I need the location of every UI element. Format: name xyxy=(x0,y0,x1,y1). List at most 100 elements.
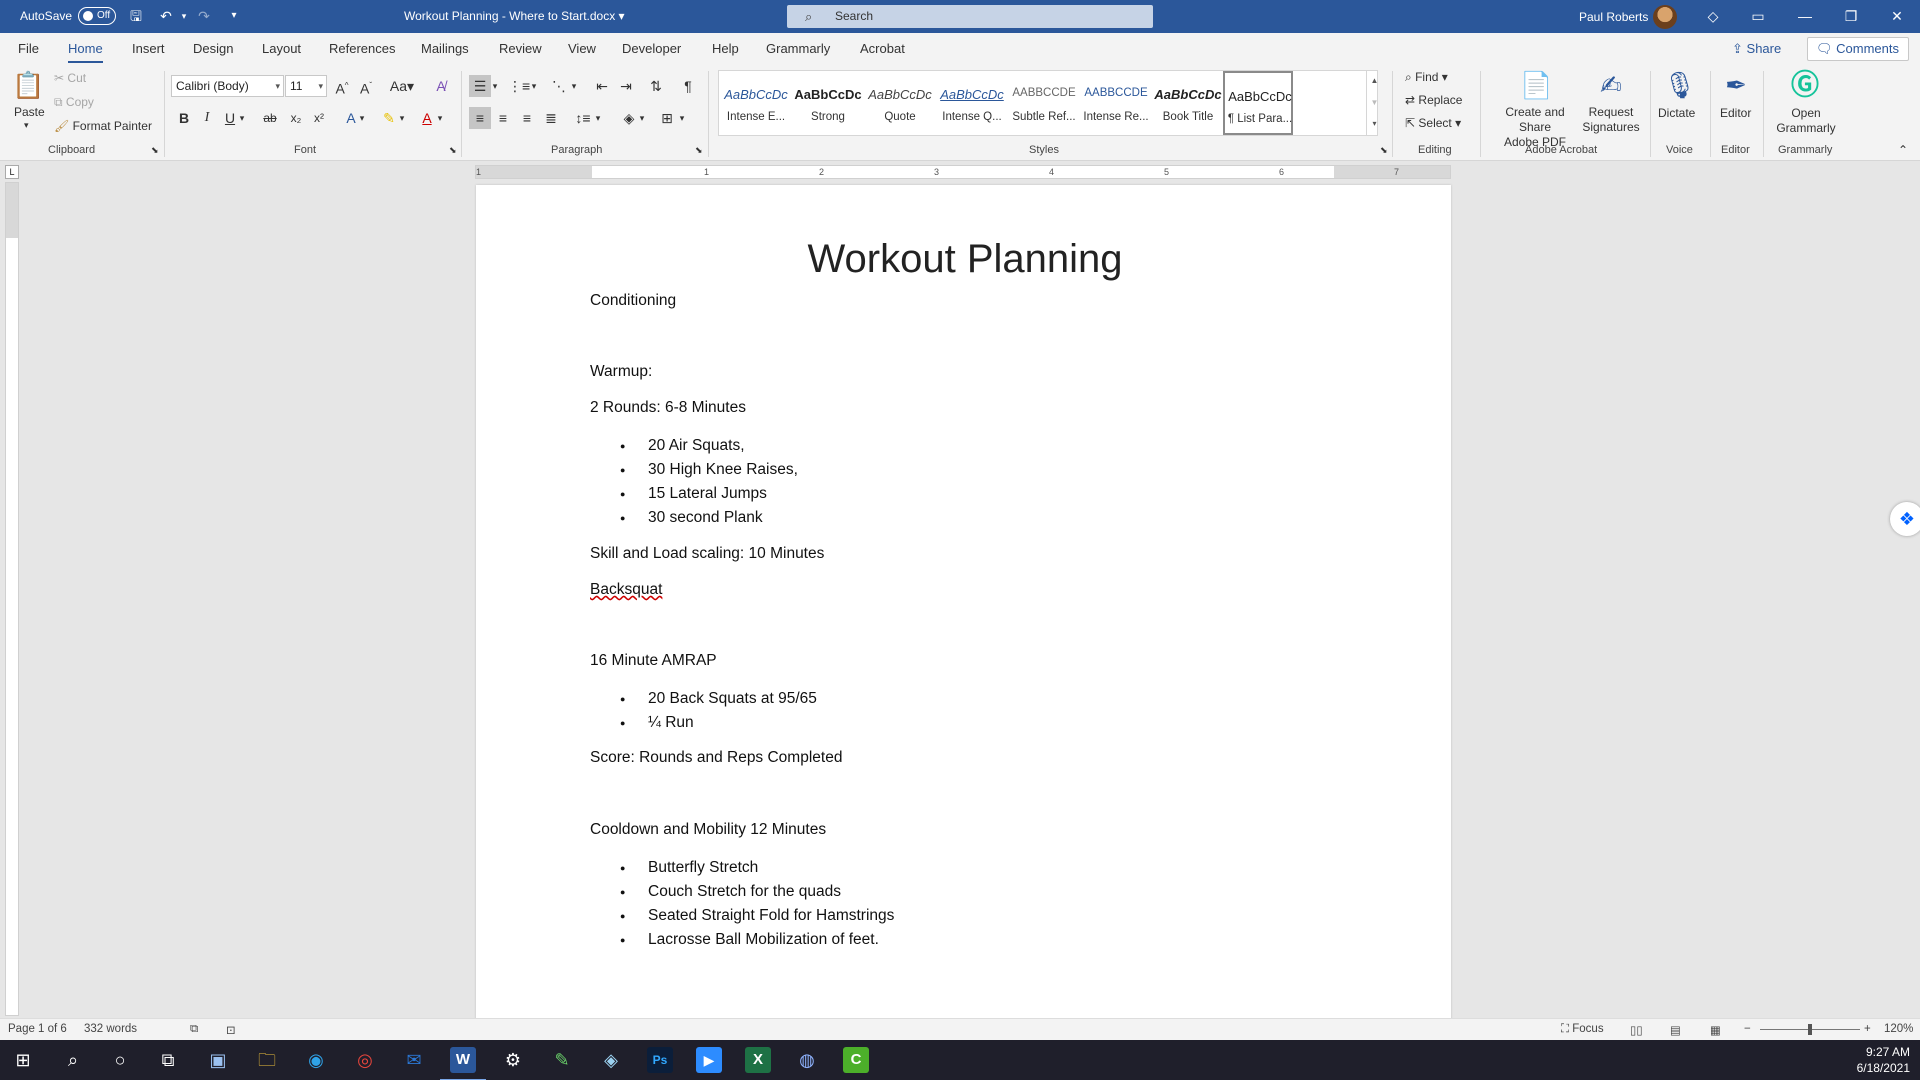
section-amrap[interactable]: 16 Minute AMRAP xyxy=(590,652,717,670)
tab-review[interactable]: Review xyxy=(499,41,542,56)
borders-icon[interactable]: ⊞ xyxy=(656,107,678,129)
list-item[interactable]: ¼ Run xyxy=(590,711,817,735)
numbering-icon[interactable]: ⋮≡ xyxy=(508,75,530,97)
tab-insert[interactable]: Insert xyxy=(132,41,165,56)
zoom-level[interactable]: 120% xyxy=(1884,1023,1913,1035)
outlook-icon[interactable]: ✉ xyxy=(401,1047,427,1073)
vertical-ruler[interactable] xyxy=(5,182,19,1016)
list-item[interactable]: Butterfly Stretch xyxy=(590,856,894,880)
scroll-down-icon[interactable]: ▼ xyxy=(1367,92,1382,114)
style-subtle-reference[interactable]: AABBCCDE Subtle Ref... xyxy=(1009,71,1079,135)
scroll-up-icon[interactable]: ▲ xyxy=(1367,70,1382,92)
close-button[interactable]: ✕ xyxy=(1874,0,1920,33)
grammarly-icon[interactable]: Ⓖ xyxy=(1789,69,1821,101)
style-quote[interactable]: AaBbCcDc Quote xyxy=(865,71,935,135)
list-item[interactable]: Lacrosse Ball Mobilization of feet. xyxy=(590,928,894,952)
multilevel-list-icon[interactable]: ⋱ xyxy=(548,75,570,97)
strikethrough-icon[interactable]: ab xyxy=(259,107,281,129)
select-button[interactable]: ⇱ Select ▾ xyxy=(1405,116,1461,130)
paste-icon[interactable]: 📋 xyxy=(12,69,44,101)
sort-icon[interactable]: ⇅ xyxy=(645,75,667,97)
list-item[interactable]: 20 Air Squats, xyxy=(590,434,798,458)
section-cooldown[interactable]: Cooldown and Mobility 12 Minutes xyxy=(590,821,826,839)
line-spacing-icon[interactable]: ↕≡ xyxy=(572,107,594,129)
tab-file[interactable]: File xyxy=(18,41,39,56)
dropbox-icon[interactable]: ❖ xyxy=(1890,502,1920,536)
web-layout-icon[interactable]: ▦ xyxy=(1710,1023,1721,1037)
undo-icon[interactable]: ↶ xyxy=(156,6,176,26)
tab-design[interactable]: Design xyxy=(193,41,233,56)
word-count[interactable]: 332 words xyxy=(84,1023,137,1035)
superscript-icon[interactable]: x² xyxy=(308,107,330,129)
copy-button[interactable]: ⧉ Copy xyxy=(54,95,94,110)
style-book-title[interactable]: AaBbCcDc Book Title xyxy=(1153,71,1223,135)
request-signatures-button[interactable]: Request Signatures xyxy=(1578,105,1644,135)
tab-home[interactable]: Home xyxy=(68,41,103,63)
italic-icon[interactable]: I xyxy=(196,107,218,129)
font-size-select[interactable]: 11 ▾ xyxy=(285,75,327,97)
app-icon[interactable]: ✎ xyxy=(549,1047,575,1073)
tab-references[interactable]: References xyxy=(329,41,395,56)
photoshop-icon[interactable]: Ps xyxy=(647,1047,673,1073)
style-list-paragraph[interactable]: AaBbCcDc ¶ List Para... xyxy=(1223,71,1293,135)
bullets-icon[interactable]: ☰ xyxy=(469,75,491,97)
warmup-rounds[interactable]: 2 Rounds: 6-8 Minutes xyxy=(590,399,746,417)
cortana-icon[interactable]: ○ xyxy=(107,1047,133,1073)
tab-layout[interactable]: Layout xyxy=(262,41,301,56)
text-effects-dropdown-icon[interactable]: ▾ xyxy=(356,107,368,129)
bold-icon[interactable]: B xyxy=(173,107,195,129)
styles-gallery-scroll[interactable]: ▲ ▼ ▾ xyxy=(1366,70,1382,136)
font-family-select[interactable]: Calibri (Body) ▾ xyxy=(171,75,284,97)
zoom-out-icon[interactable]: − xyxy=(1744,1023,1751,1035)
app-icon[interactable]: ◈ xyxy=(598,1047,624,1073)
score-text[interactable]: Score: Rounds and Reps Completed xyxy=(590,749,842,767)
edge-icon[interactable]: ◉ xyxy=(303,1047,329,1073)
multilevel-dropdown-icon[interactable]: ▾ xyxy=(568,75,580,97)
customize-qat-icon[interactable]: ▾ xyxy=(224,6,244,26)
file-explorer-icon[interactable]: 🗀 xyxy=(254,1047,280,1073)
zoom-slider-thumb[interactable] xyxy=(1808,1024,1812,1035)
signature-icon[interactable]: ✍ xyxy=(1595,69,1627,101)
word-icon[interactable]: W xyxy=(440,1047,486,1080)
print-layout-icon[interactable]: ▤ xyxy=(1670,1023,1681,1037)
font-color-dropdown-icon[interactable]: ▾ xyxy=(434,107,446,129)
highlight-dropdown-icon[interactable]: ▾ xyxy=(396,107,408,129)
list-item[interactable]: 20 Back Squats at 95/65 xyxy=(590,687,817,711)
align-center-icon[interactable]: ≡ xyxy=(492,107,514,129)
clear-formatting-icon[interactable]: A̸ xyxy=(430,75,452,97)
tab-mailings[interactable]: Mailings xyxy=(421,41,469,56)
shrink-font-icon[interactable]: Aˇ xyxy=(355,75,377,97)
app-icon[interactable]: ▣ xyxy=(205,1047,231,1073)
minimize-button[interactable]: — xyxy=(1782,0,1828,33)
ribbon-display-icon[interactable]: ▭ xyxy=(1748,6,1768,26)
windows-start-icon[interactable]: ⊞ xyxy=(10,1047,36,1073)
save-icon[interactable]: 🖫 xyxy=(126,6,146,26)
style-intense-emphasis[interactable]: AaBbCcDc Intense E... xyxy=(721,71,791,135)
format-painter-button[interactable]: 🖌 Format Painter xyxy=(54,119,152,133)
backsquat-text[interactable]: Backsquat xyxy=(590,581,662,599)
underline-dropdown-icon[interactable]: ▾ xyxy=(236,107,248,129)
decrease-indent-icon[interactable]: ⇤ xyxy=(591,75,613,97)
zoom-app-icon[interactable]: ▶ xyxy=(696,1047,722,1073)
tab-developer[interactable]: Developer xyxy=(622,41,681,56)
list-item[interactable]: 30 High Knee Raises, xyxy=(590,458,798,482)
change-case-icon[interactable]: Aa▾ xyxy=(387,75,417,97)
clipboard-launcher-icon[interactable]: ⬊ xyxy=(151,145,159,156)
page-count[interactable]: Page 1 of 6 xyxy=(8,1023,67,1035)
chrome-icon[interactable]: ◎ xyxy=(352,1047,378,1073)
app-icon[interactable]: ◍ xyxy=(794,1047,820,1073)
system-clock[interactable]: 9:27 AM 6/18/2021 xyxy=(1857,1044,1910,1076)
font-launcher-icon[interactable]: ⬊ xyxy=(449,145,457,156)
more-styles-icon[interactable]: ▾ xyxy=(1367,114,1382,134)
tab-grammarly[interactable]: Grammarly xyxy=(766,41,830,56)
grow-font-icon[interactable]: A^ xyxy=(331,75,353,97)
numbering-dropdown-icon[interactable]: ▾ xyxy=(528,75,540,97)
styles-launcher-icon[interactable]: ⬊ xyxy=(1380,145,1388,156)
style-strong[interactable]: AaBbCcDc Strong xyxy=(793,71,863,135)
restore-button[interactable]: ❐ xyxy=(1828,0,1874,33)
list-item[interactable]: 30 second Plank xyxy=(590,506,798,530)
document-heading[interactable]: Workout Planning xyxy=(590,237,1340,282)
camtasia-icon[interactable]: C xyxy=(843,1047,869,1073)
editor-pen-icon[interactable]: ✒ xyxy=(1720,69,1752,101)
align-left-icon[interactable]: ≡ xyxy=(469,107,491,129)
